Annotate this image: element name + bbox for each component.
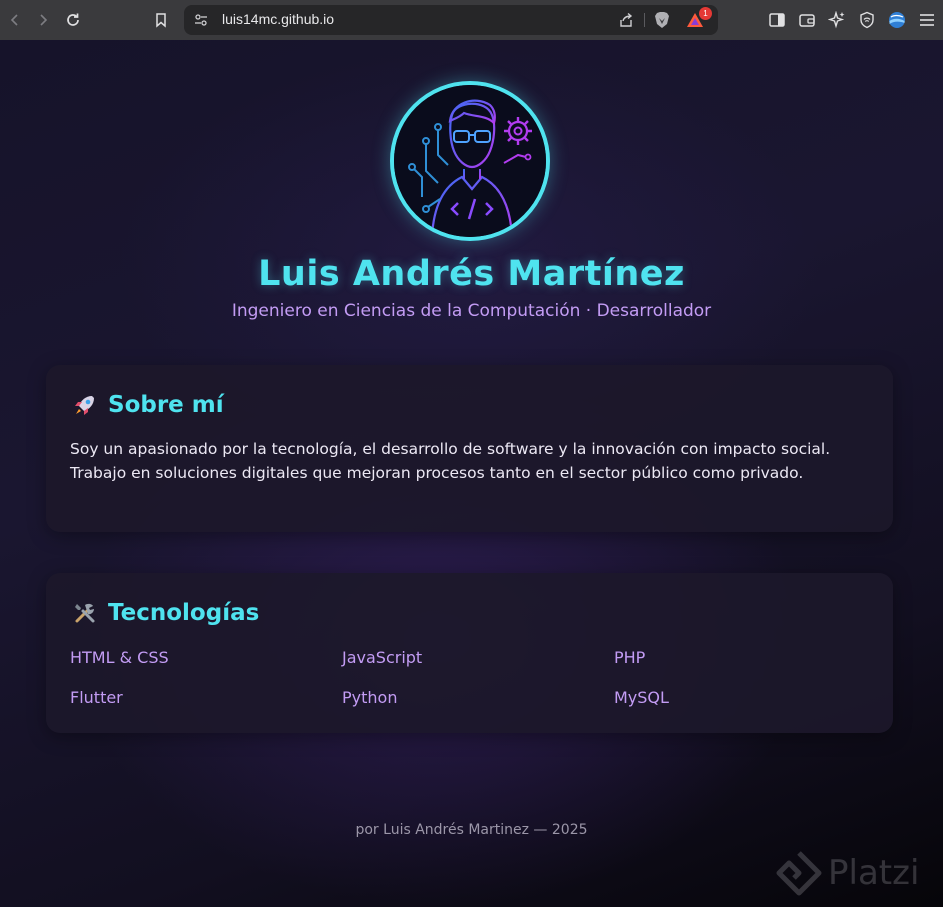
tech-card: Tecnologías HTML & CSS JavaScript PHP Fl… <box>46 573 893 733</box>
tech-item-python: Python <box>342 688 398 707</box>
tools-icon <box>72 599 100 627</box>
browser-toolbar: luis14mc.github.io 1 <box>0 0 943 40</box>
url-text[interactable]: luis14mc.github.io <box>222 11 334 27</box>
developer-illustration-icon <box>394 85 546 237</box>
about-text: Soy un apasionado por la tecnología, el … <box>70 440 831 482</box>
tech-title: Tecnologías <box>108 600 260 626</box>
platzi-logo-icon <box>776 851 822 896</box>
footer-credit: por Luis Andrés Martinez — 2025 <box>355 822 588 838</box>
about-heading: Sobre mí <box>72 391 224 419</box>
brave-shields-icon[interactable] <box>654 11 670 29</box>
bookmark-icon[interactable] <box>150 9 172 31</box>
profile-name: Luis Andrés Martínez <box>258 254 685 294</box>
tech-heading: Tecnologías <box>72 599 259 627</box>
leo-ai-icon[interactable] <box>827 10 846 29</box>
back-icon[interactable] <box>4 9 26 31</box>
rocket-icon <box>72 391 100 419</box>
address-bar[interactable]: luis14mc.github.io 1 <box>184 5 718 35</box>
menu-icon[interactable] <box>918 11 936 29</box>
profile-avatar-icon[interactable] <box>888 11 906 29</box>
vpn-shield-icon[interactable] <box>858 11 876 29</box>
tech-item-html-css: HTML & CSS <box>70 648 169 667</box>
tech-item-php: PHP <box>614 648 646 667</box>
about-card: Sobre mí Soy un apasionado por la tecnol… <box>46 365 893 532</box>
page-content: Luis Andrés Martínez Ingeniero en Cienci… <box>0 40 943 907</box>
tech-item-javascript: JavaScript <box>342 648 423 667</box>
divider <box>644 13 645 27</box>
profile-avatar <box>390 81 550 241</box>
notification-badge: 1 <box>699 7 712 20</box>
share-icon[interactable] <box>618 12 634 28</box>
profile-subtitle: Ingeniero en Ciencias de la Computación … <box>231 301 712 321</box>
forward-icon[interactable] <box>32 9 54 31</box>
wallet-icon[interactable] <box>798 11 816 29</box>
sidebar-icon[interactable] <box>768 11 786 29</box>
platzi-watermark: Platzi <box>776 845 936 901</box>
tech-item-flutter: Flutter <box>70 688 123 707</box>
reload-icon[interactable] <box>62 9 84 31</box>
watermark-text: Platzi <box>828 853 920 893</box>
tech-list: HTML & CSS JavaScript PHP Flutter Python… <box>70 647 886 709</box>
about-title: Sobre mí <box>108 392 224 418</box>
tech-item-mysql: MySQL <box>614 688 669 707</box>
site-settings-icon[interactable] <box>194 13 208 27</box>
